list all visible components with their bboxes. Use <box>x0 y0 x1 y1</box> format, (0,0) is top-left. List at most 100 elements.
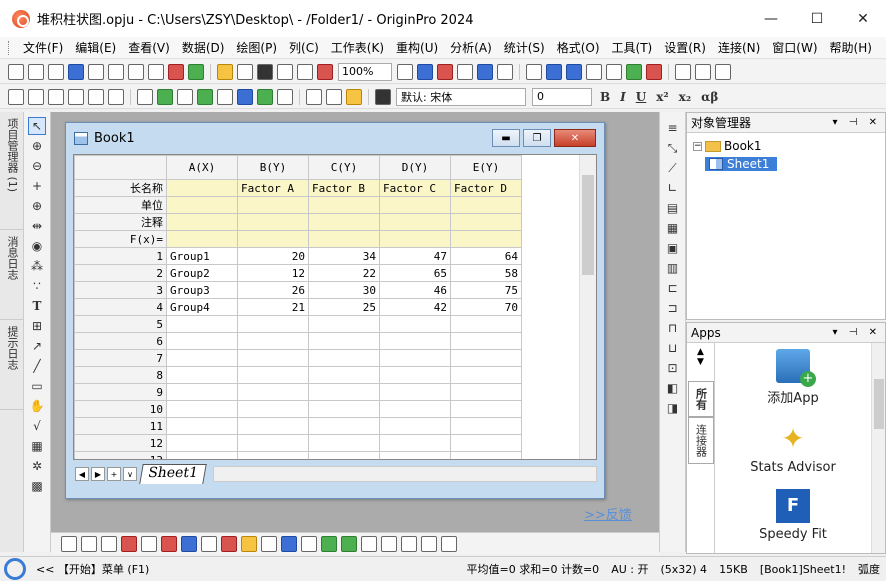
surface-plot-icon[interactable] <box>281 535 297 552</box>
empty-cell[interactable] <box>166 383 238 401</box>
rectangle-tool-icon[interactable]: ▭ <box>28 377 46 395</box>
draw-data-icon[interactable]: ◉ <box>28 237 46 255</box>
open-icon[interactable] <box>217 63 233 80</box>
arrow-tool-icon[interactable]: ↗ <box>28 337 46 355</box>
legend-icon[interactable]: ▤ <box>664 199 682 217</box>
data-cell[interactable]: 65 <box>379 264 451 282</box>
import-icon[interactable] <box>297 63 313 80</box>
formula-cell[interactable] <box>237 230 309 248</box>
new-layout-icon[interactable] <box>128 63 144 80</box>
row-number[interactable]: 5 <box>74 315 167 333</box>
new-workbook-icon[interactable] <box>48 63 64 80</box>
units-cell[interactable] <box>308 196 380 214</box>
row-number[interactable]: 10 <box>74 400 167 418</box>
bold-button[interactable]: B <box>600 90 610 104</box>
new-project-icon[interactable] <box>8 63 24 80</box>
new-function-icon[interactable] <box>108 63 124 80</box>
comments-cell[interactable] <box>166 213 238 231</box>
empty-cell[interactable] <box>308 451 380 459</box>
corner-cell[interactable] <box>74 155 167 180</box>
screen-reader-icon[interactable]: + <box>28 177 46 195</box>
empty-cell[interactable] <box>308 400 380 418</box>
data-cell[interactable]: 64 <box>450 247 522 265</box>
row-number[interactable]: 2 <box>74 264 167 282</box>
text-tool-icon[interactable] <box>375 88 391 105</box>
mask-points-icon[interactable]: ⁂ <box>28 257 46 275</box>
line-plot-icon[interactable] <box>61 535 77 552</box>
menu-connect[interactable]: 连接(N) <box>712 39 766 56</box>
script-window-icon[interactable] <box>586 63 602 80</box>
wireframe-icon[interactable] <box>301 535 317 552</box>
new-graph-icon[interactable] <box>68 63 84 80</box>
unmask-icon[interactable] <box>88 88 104 105</box>
status-angle-unit[interactable]: 弧度 <box>852 561 886 577</box>
status-autoupdate[interactable]: AU : 开 <box>605 561 654 577</box>
menu-plot[interactable]: 绘图(P) <box>230 39 283 56</box>
empty-cell[interactable] <box>166 451 238 459</box>
empty-cell[interactable] <box>237 349 309 367</box>
scroll-down-icon[interactable]: ▼ <box>697 357 704 367</box>
empty-cell[interactable] <box>237 451 309 459</box>
comments-cell[interactable] <box>379 213 451 231</box>
apps-icon[interactable] <box>626 63 642 80</box>
grid-icon[interactable]: ▦ <box>664 219 682 237</box>
row-number[interactable]: 9 <box>74 383 167 401</box>
row-number[interactable]: 1 <box>74 247 167 265</box>
long-name-cell[interactable] <box>166 179 238 197</box>
copy-page-icon[interactable] <box>417 63 433 80</box>
subscript-button[interactable]: x₂ <box>679 90 691 104</box>
apps-scrollbar[interactable] <box>871 343 885 553</box>
stacked-columns-icon[interactable] <box>675 63 691 80</box>
results-log-icon[interactable] <box>546 63 562 80</box>
align-top-icon[interactable]: ⊓ <box>664 319 682 337</box>
column-plot-icon[interactable] <box>121 535 137 552</box>
app-item-stats-advisor[interactable]: ✦ Stats Advisor <box>715 422 871 475</box>
row-number[interactable]: 11 <box>74 417 167 435</box>
data-cell[interactable]: 12 <box>237 264 309 282</box>
empty-cell[interactable] <box>450 332 522 350</box>
data-cell[interactable]: Group4 <box>166 298 238 316</box>
workbook-window[interactable]: Book1 ▬ ❐ ✕ A(X) B(Y) C(Y) D(Y) E(Y) 长名称 <box>65 122 605 499</box>
line-tool-icon[interactable]: ╱ <box>28 357 46 375</box>
command-window-icon[interactable] <box>566 63 582 80</box>
specialized-plot-icon[interactable] <box>221 535 237 552</box>
menu-help[interactable]: 帮助(H) <box>824 39 878 56</box>
undo-icon[interactable] <box>137 88 153 105</box>
horizontal-scrollbar[interactable] <box>212 466 597 482</box>
row-number[interactable]: 7 <box>74 349 167 367</box>
row-number[interactable]: 4 <box>74 298 167 316</box>
menu-analysis[interactable]: 分析(A) <box>444 39 498 56</box>
new-excel-icon[interactable] <box>168 63 184 80</box>
app-item-add[interactable]: + 添加App <box>715 349 871 406</box>
units-cell[interactable] <box>166 196 238 214</box>
empty-cell[interactable] <box>450 417 522 435</box>
scatter-plot-icon[interactable] <box>81 535 97 552</box>
back-icon[interactable]: ◨ <box>664 399 682 417</box>
data-cell[interactable]: 58 <box>450 264 522 282</box>
align-left-icon[interactable]: ⊏ <box>664 279 682 297</box>
new-script-icon[interactable] <box>188 63 204 80</box>
empty-cell[interactable] <box>450 400 522 418</box>
data-cell[interactable]: 20 <box>237 247 309 265</box>
print-icon[interactable] <box>397 63 413 80</box>
menu-worksheet[interactable]: 工作表(K) <box>325 39 390 56</box>
data-cell[interactable]: Group1 <box>166 247 238 265</box>
data-selector-icon[interactable]: ⇹ <box>28 217 46 235</box>
data-cell[interactable]: 26 <box>237 281 309 299</box>
empty-cell[interactable] <box>166 434 238 452</box>
tab-messages-log[interactable]: 消息日志 <box>0 230 24 320</box>
column-header-d[interactable]: D(Y) <box>379 155 451 180</box>
duplicate-icon[interactable] <box>477 63 493 80</box>
save-icon[interactable] <box>257 63 273 80</box>
menu-edit[interactable]: 编辑(E) <box>69 39 122 56</box>
merge-graphs-icon[interactable] <box>441 535 457 552</box>
formula-cell[interactable] <box>308 230 380 248</box>
zoom-select[interactable]: 100% <box>338 62 392 81</box>
sheet-list-button[interactable]: ∨ <box>123 467 137 481</box>
greek-button[interactable]: αβ <box>701 90 718 104</box>
data-reader-icon[interactable]: ⊕ <box>28 197 46 215</box>
font-size-select[interactable]: 0 <box>532 87 592 106</box>
data-cell[interactable]: 47 <box>379 247 451 265</box>
tab-all[interactable]: 所有 <box>687 381 714 417</box>
formula-cell[interactable] <box>166 230 238 248</box>
